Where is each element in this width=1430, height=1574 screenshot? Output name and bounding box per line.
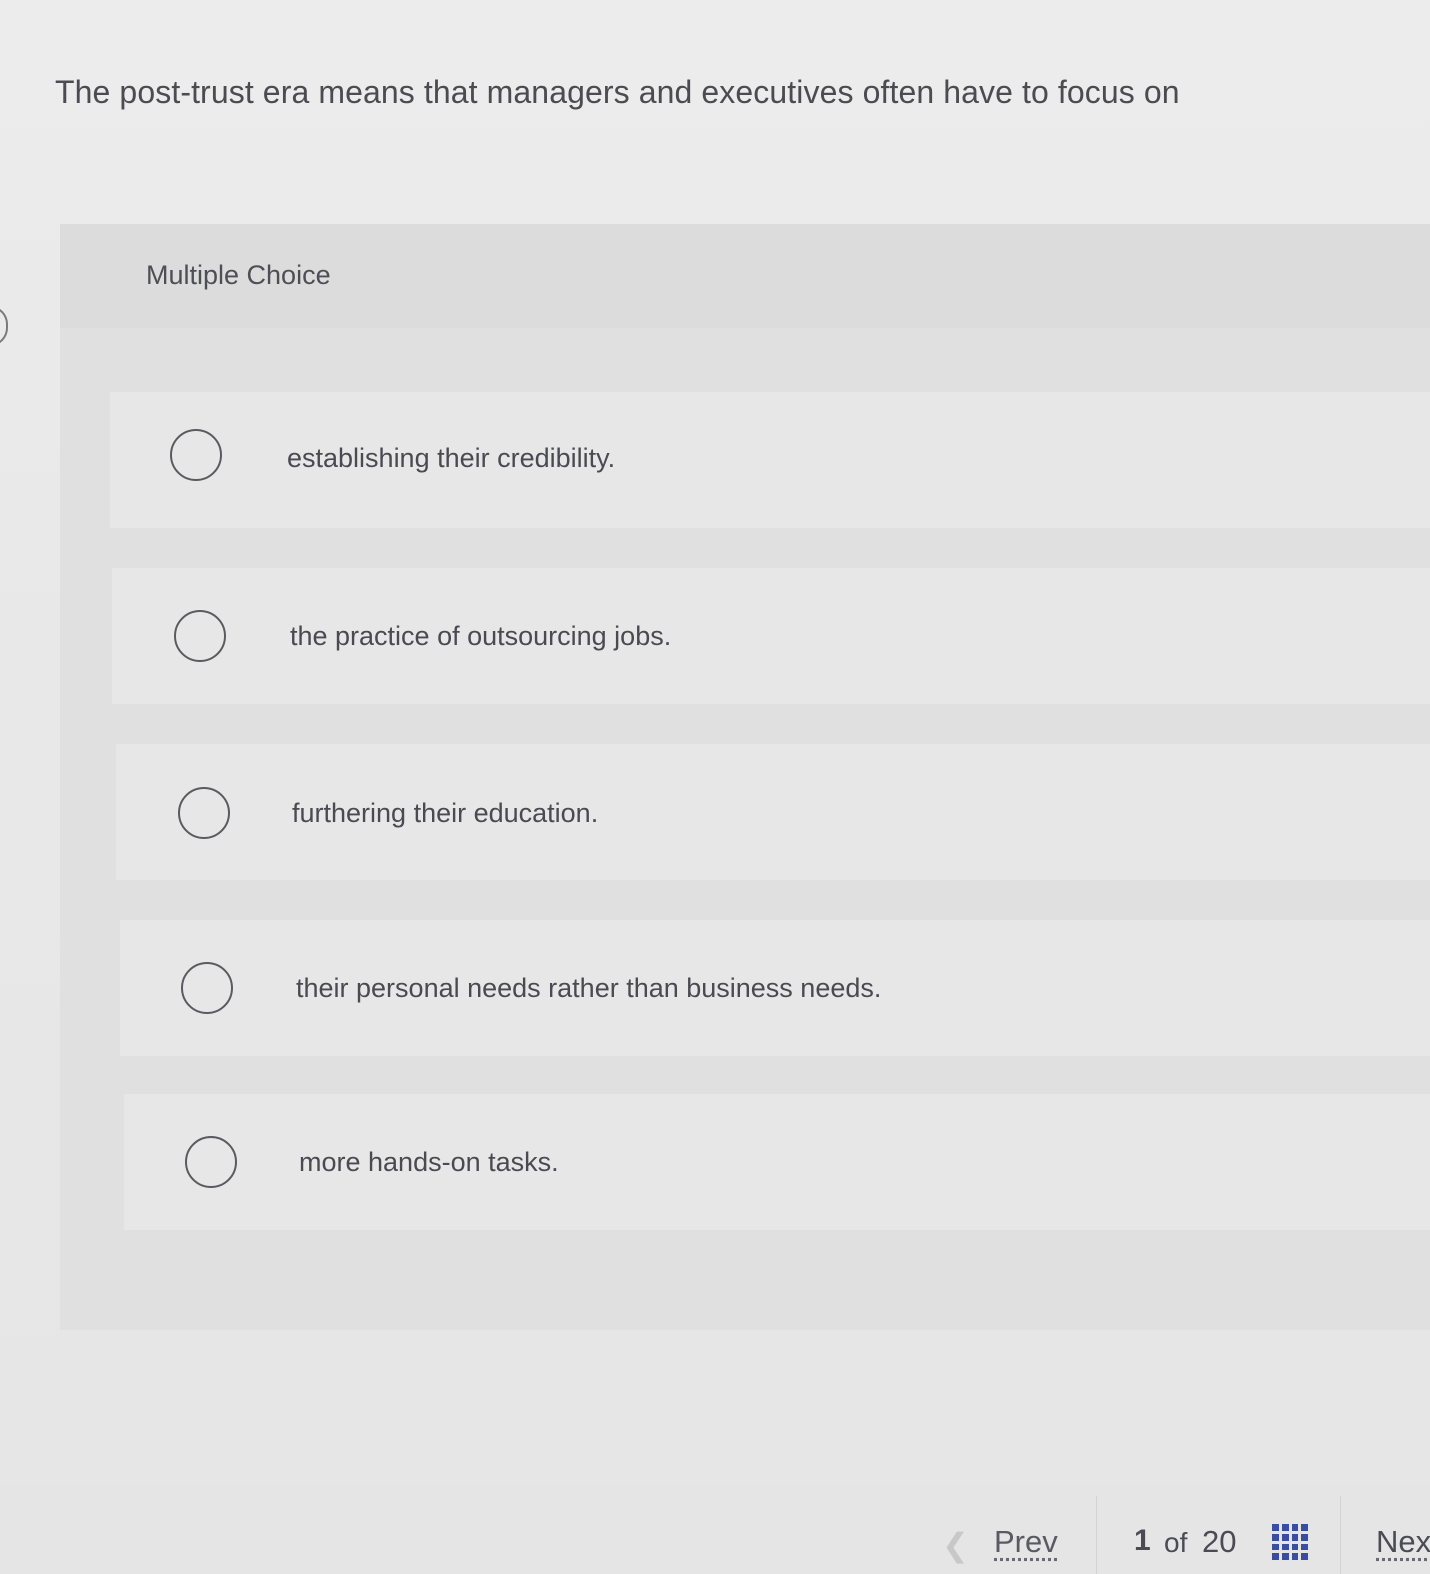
- next-button[interactable]: Nex: [1376, 1524, 1430, 1560]
- page-of-label: of: [1164, 1527, 1188, 1558]
- answer-option-3[interactable]: furthering their education.: [116, 744, 1430, 880]
- radio-button[interactable]: [181, 962, 233, 1014]
- footer-divider: [1096, 1496, 1097, 1574]
- question-grid-icon[interactable]: [1272, 1524, 1308, 1560]
- answer-option-label: furthering their education.: [292, 798, 599, 828]
- answer-option-5[interactable]: more hands-on tasks.: [124, 1094, 1430, 1230]
- question-type-header: Multiple Choice: [60, 224, 1430, 328]
- answer-option-label: more hands-on tasks.: [299, 1147, 559, 1177]
- answer-option-1[interactable]: establishing their credibility.: [110, 392, 1430, 528]
- total-questions-number: 20: [1202, 1524, 1237, 1559]
- answer-option-2[interactable]: the practice of outsourcing jobs.: [112, 568, 1430, 704]
- prev-button[interactable]: Prev: [994, 1524, 1058, 1560]
- radio-button[interactable]: [170, 429, 222, 481]
- answer-option-label: establishing their credibility.: [287, 443, 616, 473]
- radio-button[interactable]: [174, 610, 226, 662]
- radio-button[interactable]: [185, 1136, 237, 1188]
- footer-divider: [1340, 1496, 1341, 1574]
- question-page: The post-trust era means that managers a…: [0, 0, 1430, 1574]
- answer-option-4[interactable]: their personal needs rather than busines…: [120, 920, 1430, 1056]
- chevron-left-icon: ❮: [942, 1527, 969, 1563]
- edge-bracket-icon: [0, 306, 8, 346]
- question-text: The post-trust era means that managers a…: [55, 74, 1180, 110]
- answer-option-label: their personal needs rather than busines…: [296, 973, 882, 1003]
- question-type-label: Multiple Choice: [146, 260, 331, 290]
- radio-button[interactable]: [178, 787, 230, 839]
- answer-option-label: the practice of outsourcing jobs.: [290, 621, 672, 651]
- current-question-number: 1: [1134, 1524, 1151, 1557]
